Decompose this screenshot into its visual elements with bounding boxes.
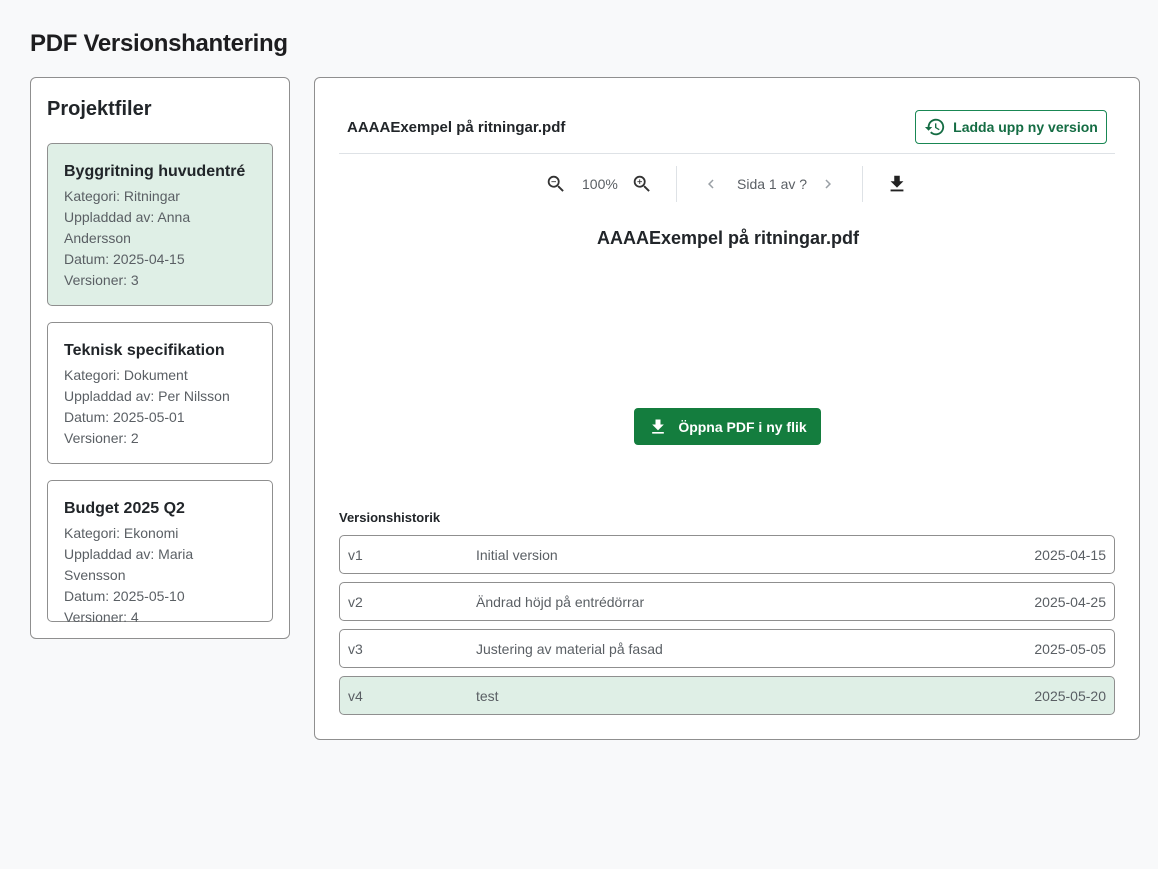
file-card-title: Byggritning huvudentré <box>64 163 246 180</box>
pdf-viewer-panel: AAAAExempel på ritningar.pdf Ladda upp n… <box>314 77 1140 740</box>
file-card-versions: Versioner: 4 <box>64 609 139 625</box>
version-row-v2[interactable]: v2 Ändrad höjd på entrédörrar 2025-04-25 <box>339 582 1115 621</box>
file-card-uploader: Uppladdad av: Anna Andersson <box>64 209 191 246</box>
version-date: 2025-05-05 <box>1034 641 1106 657</box>
header-divider <box>339 153 1115 154</box>
file-card-versions: Versioner: 2 <box>64 430 139 446</box>
toolbar-divider <box>862 166 863 202</box>
version-number: v1 <box>348 547 363 563</box>
file-card-uploader: Uppladdad av: Maria Svensson <box>64 546 194 583</box>
file-card-uploader: Uppladdad av: Per Nilsson <box>64 388 230 404</box>
project-files-heading: Projektfiler <box>47 98 152 120</box>
file-card-teknisk[interactable]: Teknisk specifikation Kategori: Dokument… <box>47 322 273 464</box>
file-card-title: Budget 2025 Q2 <box>64 500 185 517</box>
toolbar-divider <box>676 166 677 202</box>
page-indicator: Sida 1 av ? <box>737 176 808 192</box>
file-card-category: Kategori: Dokument <box>64 367 188 383</box>
version-number: v4 <box>348 688 363 704</box>
version-row-v3[interactable]: v3 Justering av material på fasad 2025-0… <box>339 629 1115 668</box>
viewer-filename: AAAAExempel på ritningar.pdf <box>347 119 566 136</box>
version-description: Initial version <box>476 547 558 563</box>
version-number: v2 <box>348 594 363 610</box>
file-card-byggritning[interactable]: Byggritning huvudentré Kategori: Ritning… <box>47 143 273 306</box>
file-card-date: Datum: 2025-05-10 <box>64 588 185 604</box>
download-icon[interactable] <box>885 172 909 196</box>
version-number: v3 <box>348 641 363 657</box>
page-title: PDF Versionshantering <box>30 30 288 57</box>
version-description: Ändrad höjd på entrédörrar <box>476 594 645 610</box>
file-card-category: Kategori: Ekonomi <box>64 525 179 541</box>
file-card-versions: Versioner: 3 <box>64 272 139 288</box>
open-pdf-new-tab-button[interactable]: Öppna PDF i ny flik <box>634 408 821 445</box>
history-icon <box>924 116 946 138</box>
zoom-out-icon[interactable] <box>544 172 568 196</box>
pdf-toolbar: 100% Sida 1 av ? <box>315 166 1141 202</box>
file-card-date: Datum: 2025-04-15 <box>64 251 185 267</box>
upload-new-version-button[interactable]: Ladda upp ny version <box>915 110 1107 144</box>
download-icon <box>648 417 668 437</box>
file-card-category: Kategori: Ritningar <box>64 188 180 204</box>
version-date: 2025-05-20 <box>1034 688 1106 704</box>
version-history-heading: Versionshistorik <box>339 510 441 525</box>
file-card-budget[interactable]: Budget 2025 Q2 Kategori: Ekonomi Uppladd… <box>47 480 273 625</box>
upload-new-version-label: Ladda upp ny version <box>953 119 1098 135</box>
version-row-v4[interactable]: v4 test 2025-05-20 <box>339 676 1115 715</box>
project-files-panel: Projektfiler Byggritning huvudentré Kate… <box>30 77 290 639</box>
file-card-date: Datum: 2025-05-01 <box>64 409 185 425</box>
file-card-title: Teknisk specifikation <box>64 342 225 359</box>
version-date: 2025-04-25 <box>1034 594 1106 610</box>
chevron-right-icon[interactable] <box>816 172 840 196</box>
version-date: 2025-04-15 <box>1034 547 1106 563</box>
zoom-level: 100% <box>582 176 618 192</box>
pdf-document-title: AAAAExempel på ritningar.pdf <box>596 228 860 248</box>
version-description: test <box>476 688 499 704</box>
version-row-v1[interactable]: v1 Initial version 2025-04-15 <box>339 535 1115 574</box>
zoom-in-icon[interactable] <box>630 172 654 196</box>
chevron-left-icon[interactable] <box>699 172 723 196</box>
open-pdf-label: Öppna PDF i ny flik <box>678 418 807 435</box>
version-description: Justering av material på fasad <box>476 641 663 657</box>
